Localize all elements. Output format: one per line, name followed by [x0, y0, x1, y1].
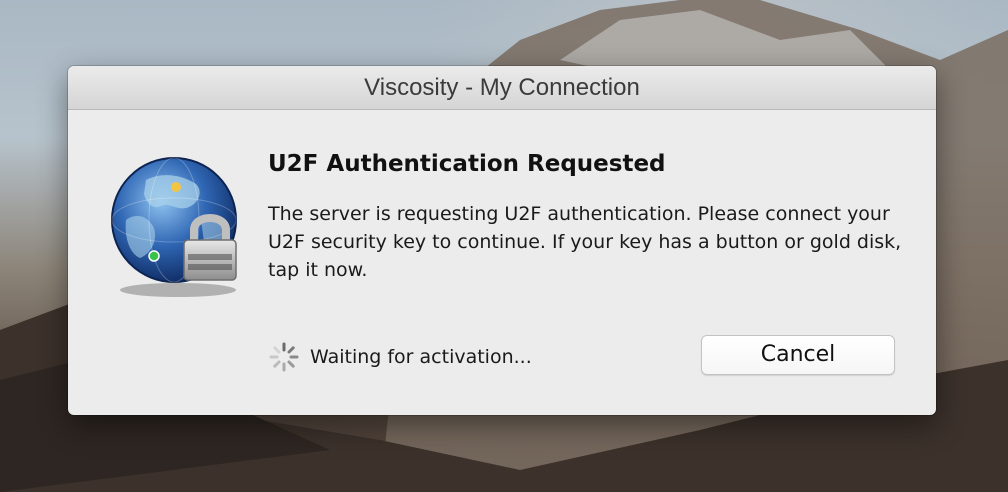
progress-spinner-icon: [269, 342, 299, 372]
status-text: Waiting for activation...: [310, 346, 532, 368]
window-title: Viscosity - My Connection: [68, 66, 936, 110]
activation-status: Waiting for activation...: [268, 342, 532, 372]
viscosity-globe-lock-icon: [111, 157, 237, 297]
cancel-button[interactable]: Cancel: [701, 335, 895, 375]
u2f-dialog: Viscosity - My Connection U2F Authentica…: [68, 66, 936, 415]
dialog-message: The server is requesting U2F authenticat…: [268, 203, 902, 281]
dialog-heading: U2F Authentication Requested: [268, 151, 666, 177]
